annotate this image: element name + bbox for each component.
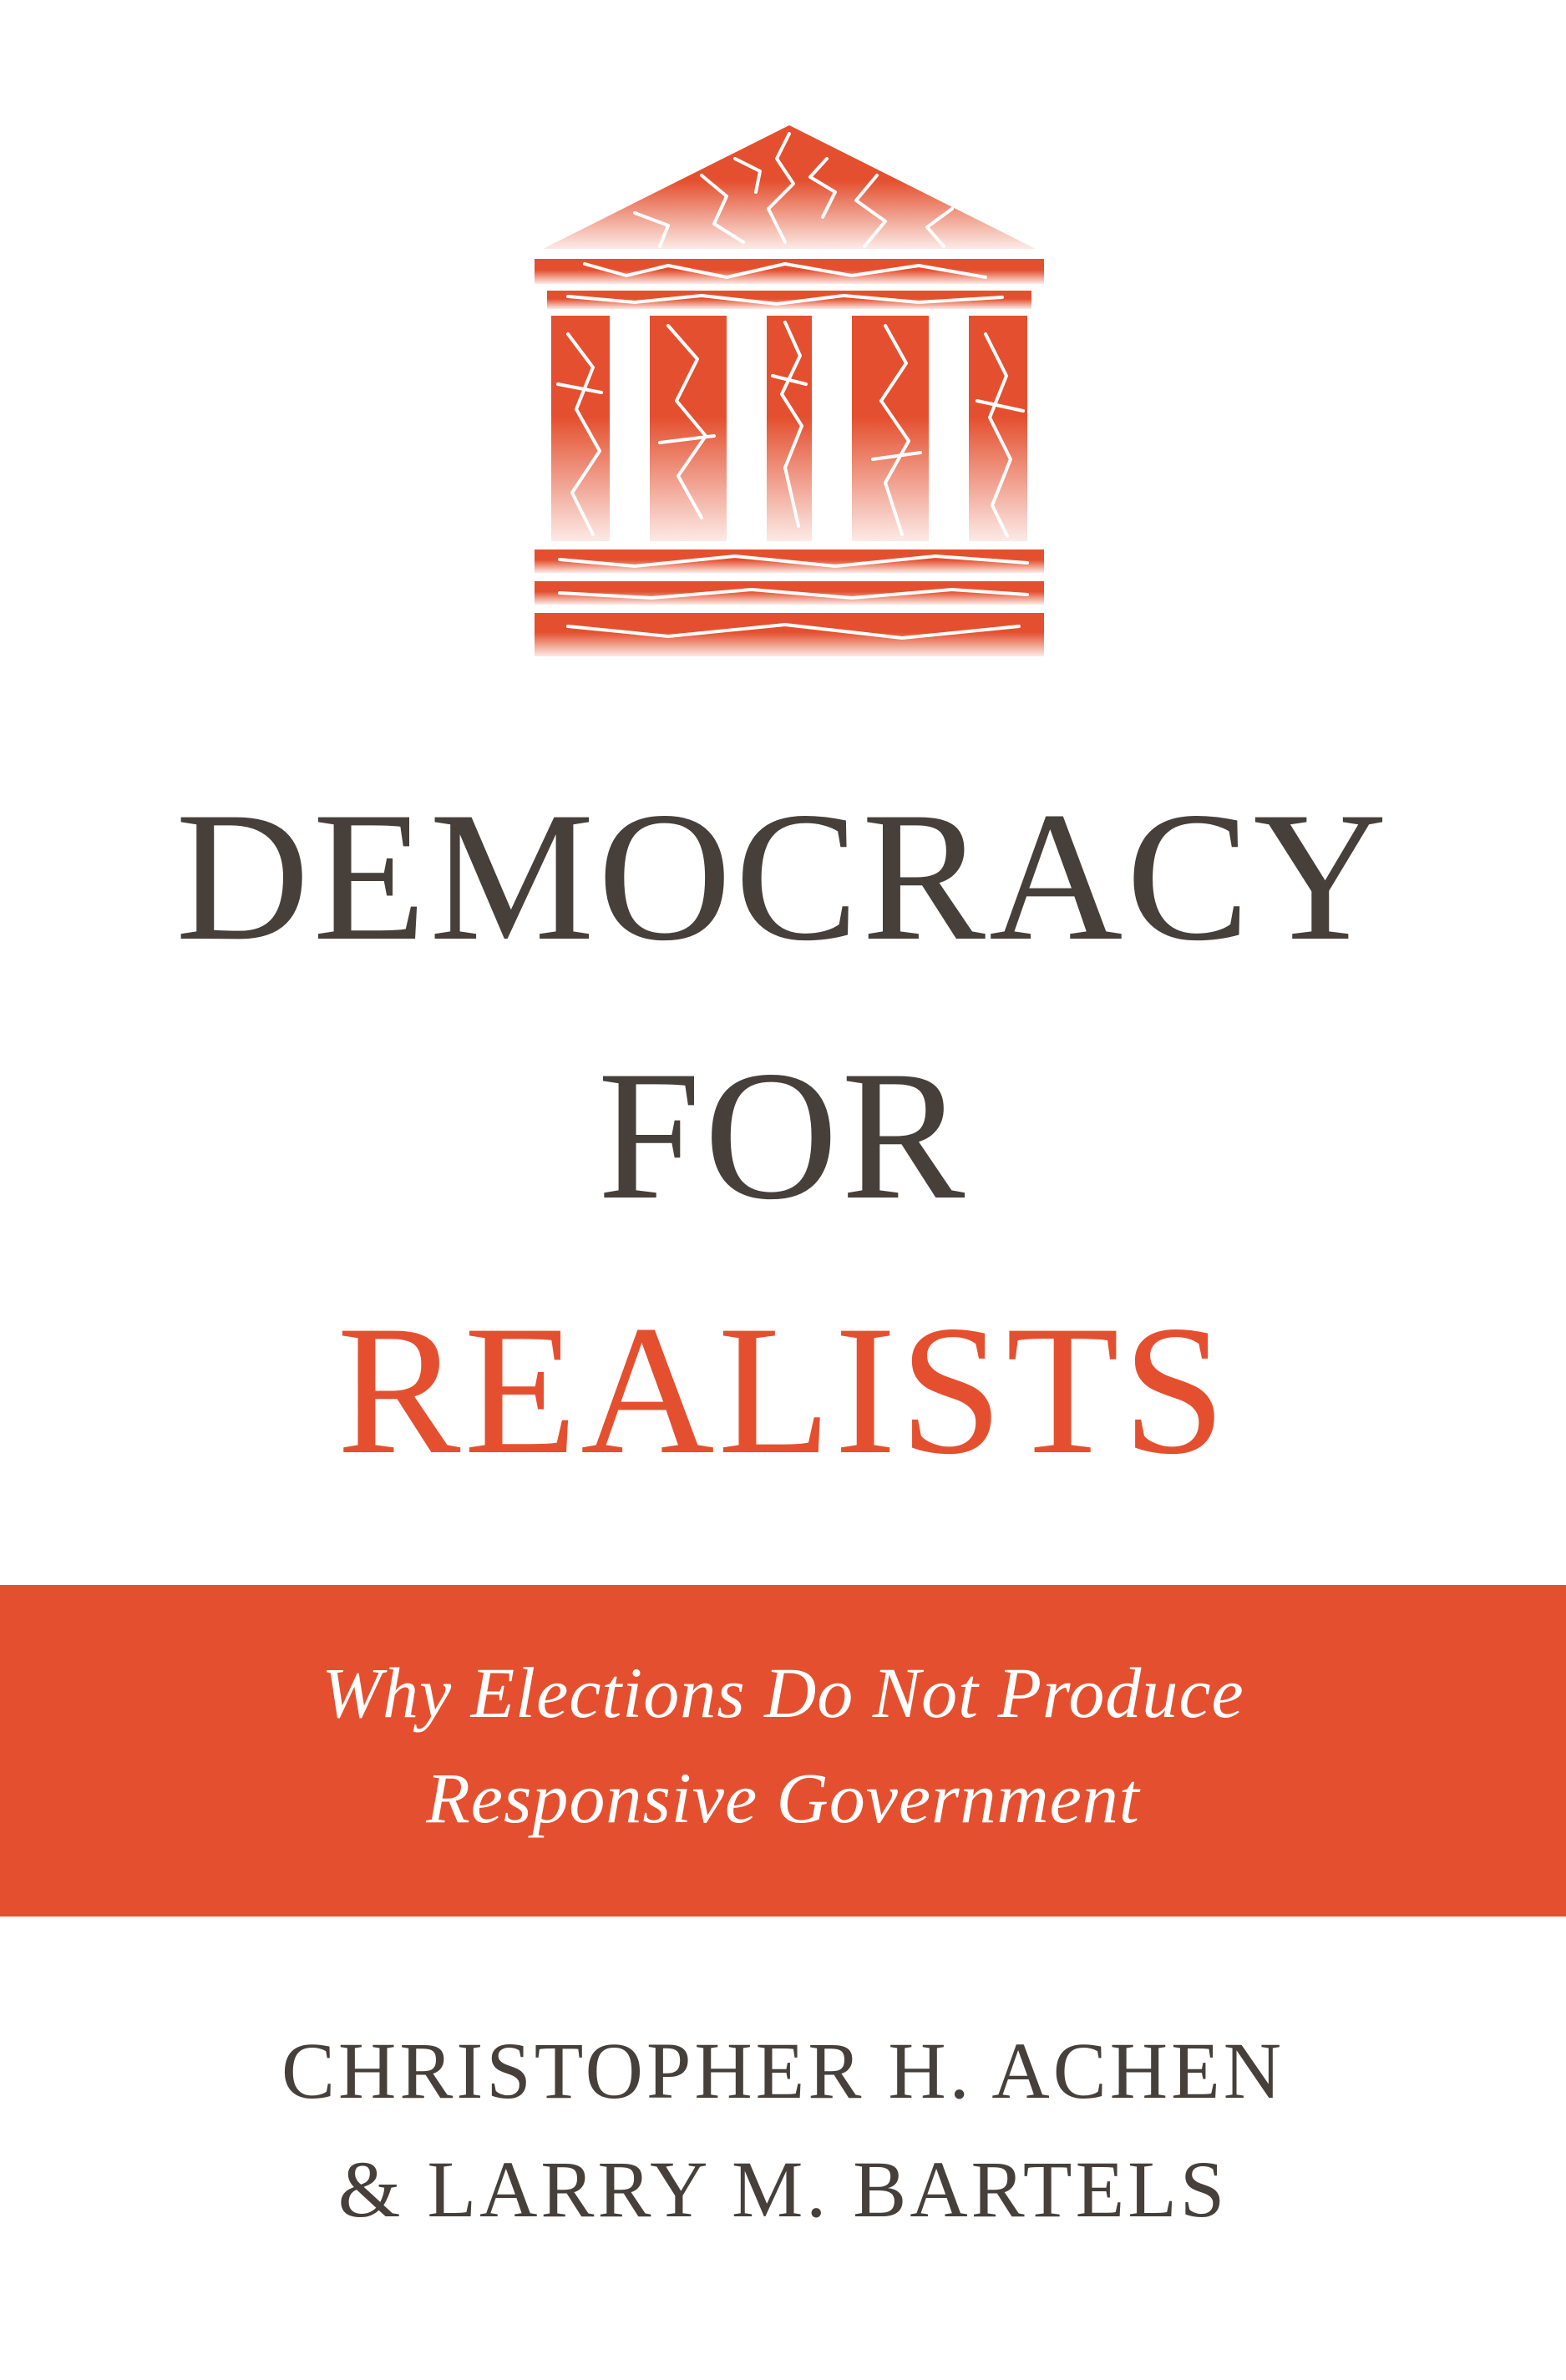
author-line-2: & LARRY M. BARTELS <box>337 2145 1229 2234</box>
title-line-democracy: DEMOCRACY <box>175 774 1391 980</box>
subtitle-line-1: Why Elections Do Not Produce <box>322 1653 1244 1733</box>
subtitle-band <box>0 1585 1566 1917</box>
title-line-realists: REALISTS <box>337 1288 1229 1493</box>
cracked-temple-icon <box>535 125 1044 656</box>
book-cover: DEMOCRACY FOR REALISTS Why Elections Do … <box>0 0 1566 2380</box>
author-line-1: CHRISTOPHER H. ACHEN <box>281 2026 1285 2115</box>
subtitle-line-2: Responsive Government <box>426 1758 1140 1838</box>
title-line-for: FOR <box>597 1033 969 1238</box>
